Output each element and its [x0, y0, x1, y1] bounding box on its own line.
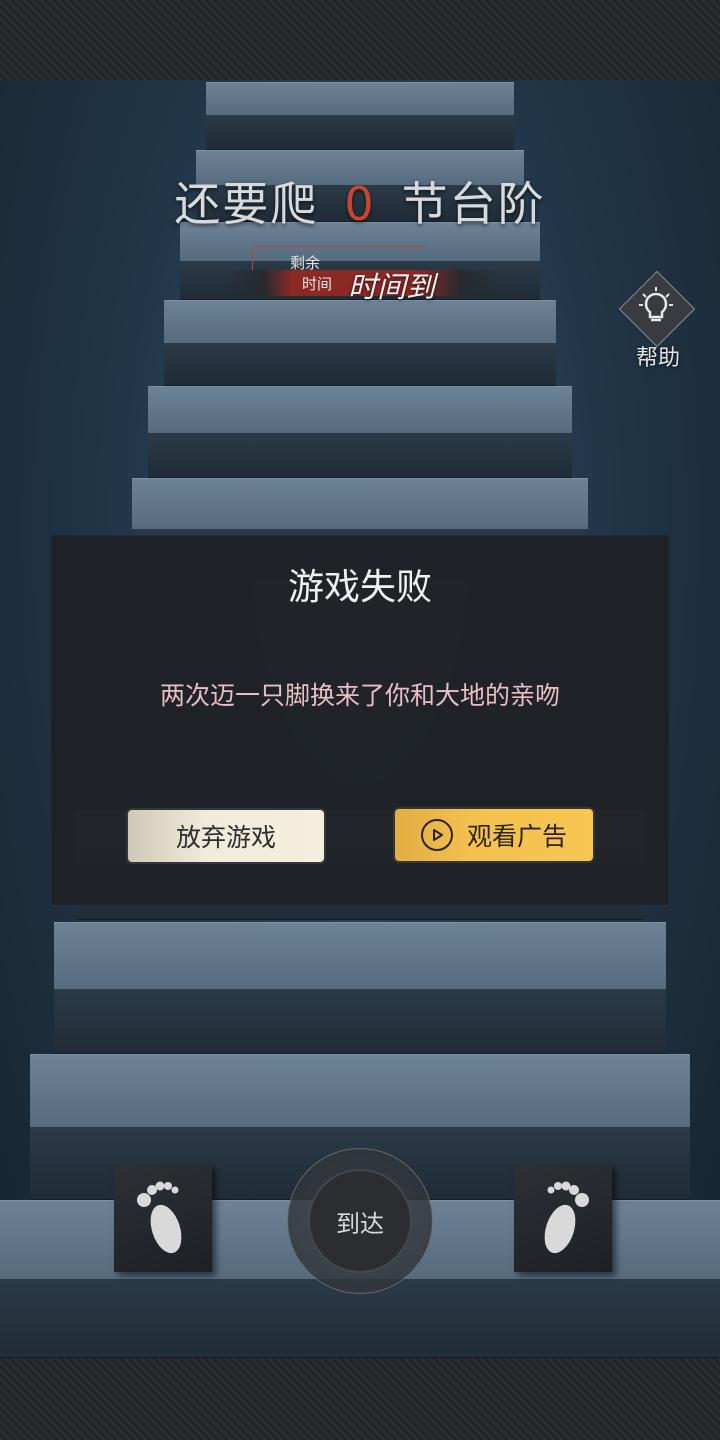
timer-value: 时间到 [348, 270, 436, 304]
dialog-title: 游戏失败 [287, 567, 432, 608]
left-foot-button[interactable] [114, 1164, 212, 1272]
game-over-dialog: 游戏失败 两次迈一只脚换来了你和大地的亲吻 放弃游戏 观看广告 [52, 536, 668, 904]
time-remaining-panel: 剩余 时间 时间到 [222, 246, 502, 304]
quit-game-label: 放弃游戏 [175, 823, 276, 852]
watch-ad-button[interactable]: 观看广告 [393, 807, 595, 863]
top-status-bar [0, 0, 720, 80]
help-label: 帮助 [636, 346, 681, 371]
timer-frame-line [252, 246, 426, 247]
stair-step [148, 386, 572, 478]
dialog-message: 两次迈一只脚换来了你和大地的亲吻 [159, 681, 560, 710]
timer-label-line2: 时间 [302, 275, 333, 293]
arrive-label: 到达 [336, 1209, 384, 1238]
stair-step [54, 922, 666, 1054]
arrive-button-core: 到达 [308, 1169, 412, 1273]
play-icon [420, 819, 453, 851]
quit-game-button[interactable]: 放弃游戏 [126, 808, 326, 864]
lightbulb-icon [639, 287, 673, 322]
bottom-nav-bar [0, 1358, 720, 1440]
left-foot-icon [137, 1181, 182, 1254]
watch-ad-label: 观看广告 [466, 822, 567, 851]
steps-remaining-value: 0 [344, 177, 376, 231]
right-foot-button[interactable] [514, 1164, 612, 1272]
counter-suffix: 节台阶 [401, 177, 546, 231]
help-button[interactable]: 帮助 [618, 270, 700, 374]
arrive-button[interactable]: 到达 [287, 1148, 433, 1294]
stair-step [206, 82, 514, 150]
stair-step [164, 300, 556, 386]
timer-label-line1: 剩余 [290, 254, 321, 272]
timer-frame-line [252, 246, 253, 270]
right-foot-icon [544, 1181, 589, 1254]
steps-remaining-counter: 还要爬 0 节台阶 [0, 168, 720, 234]
counter-prefix: 还要爬 [174, 177, 319, 231]
